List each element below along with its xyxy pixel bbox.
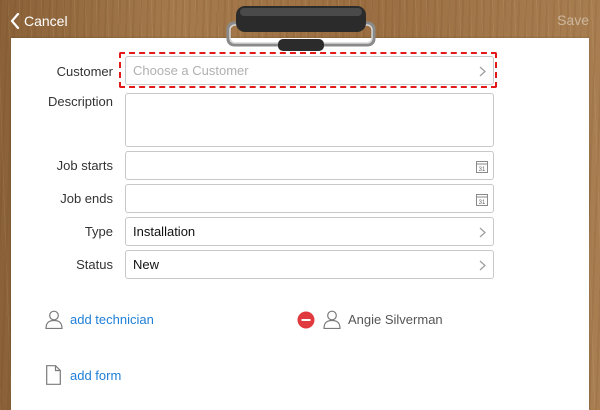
add-technician-button[interactable]: add technician <box>45 310 154 329</box>
calendar-icon[interactable]: 31 <box>476 193 488 206</box>
customer-label: Customer <box>56 64 113 79</box>
remove-technician-icon[interactable] <box>297 311 315 329</box>
job-starts-field[interactable]: 31 <box>125 151 494 180</box>
document-icon <box>46 365 61 385</box>
job-ends-field[interactable]: 31 <box>125 184 494 213</box>
calendar-day-text: 31 <box>479 167 486 173</box>
type-label: Type <box>84 224 113 239</box>
save-button[interactable]: Save <box>557 12 589 28</box>
add-form-button[interactable]: add form <box>46 365 121 385</box>
person-icon <box>45 310 63 329</box>
description-label: Description <box>47 94 113 109</box>
customer-highlight <box>119 52 497 88</box>
chevron-right-icon <box>479 260 486 271</box>
cancel-button[interactable]: Cancel <box>10 11 68 31</box>
type-value: Installation <box>133 224 196 239</box>
cancel-label: Cancel <box>24 13 68 29</box>
chevron-left-icon <box>10 13 20 29</box>
technician-name: Angie Silverman <box>348 312 443 327</box>
calendar-day-text: 31 <box>479 200 486 206</box>
status-value: New <box>133 257 160 272</box>
person-icon <box>323 310 341 329</box>
calendar-icon[interactable]: 31 <box>476 160 488 173</box>
job-ends-label: Job ends <box>60 191 113 206</box>
add-technician-label: add technician <box>70 312 154 327</box>
technician-item: Angie Silverman <box>297 310 443 329</box>
job-starts-label: Job starts <box>56 158 113 173</box>
description-field[interactable] <box>125 93 494 147</box>
chevron-right-icon <box>479 227 486 238</box>
add-form-label: add form <box>70 367 122 383</box>
type-picker[interactable]: Installation <box>125 217 494 246</box>
clipboard-clip-icon <box>226 6 376 51</box>
status-label: Status <box>76 257 113 272</box>
status-picker[interactable]: New <box>125 250 494 279</box>
